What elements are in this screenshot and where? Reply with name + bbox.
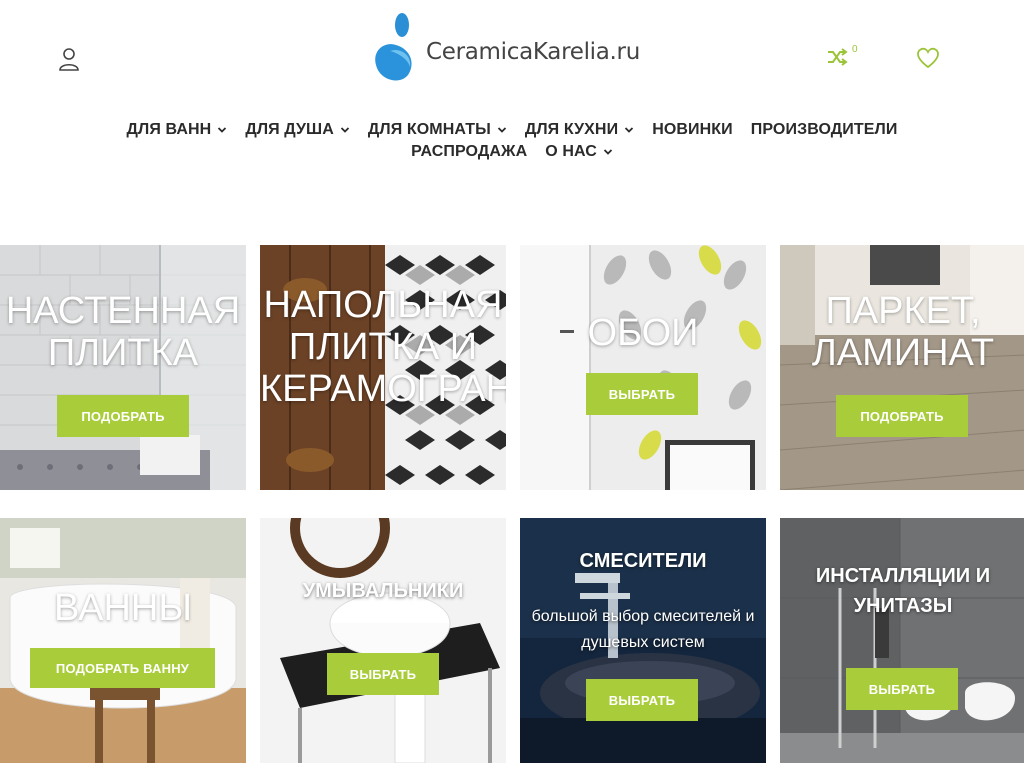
nav-label: РАСПРОДАЖА — [411, 143, 528, 160]
chevron-down-icon — [340, 127, 350, 133]
nav-item-room[interactable]: ДЛЯ КОМНАТЫ — [368, 120, 507, 140]
tile-title: ОБОИ — [587, 312, 699, 354]
nav-item-bath[interactable]: ДЛЯ ВАНН — [127, 120, 228, 140]
heart-icon[interactable] — [916, 47, 940, 69]
nav-item-shower[interactable]: ДЛЯ ДУША — [245, 120, 350, 140]
select-button[interactable]: ПОДОБРАТЬ — [57, 395, 189, 437]
select-button[interactable]: ПОДОБРАТЬ — [836, 395, 968, 437]
nav-label: НОВИНКИ — [652, 121, 733, 138]
category-tile-wallpaper[interactable]: ОБОИ ВЫБРАТЬ — [520, 245, 766, 490]
chevron-down-icon — [625, 127, 634, 133]
nav-item-sale[interactable]: РАСПРОДАЖА — [411, 142, 527, 162]
compare-link[interactable]: 0 — [826, 44, 858, 68]
toilet-photo — [780, 518, 1024, 763]
category-tile-bathtubs[interactable]: ВАННЫ ПОДОБРАТЬ ВАННУ — [0, 518, 246, 763]
shuffle-icon — [828, 48, 848, 66]
tile-title: СМЕСИТЕЛИ — [579, 550, 707, 572]
category-tile-parquet[interactable]: ПАРКЕТ, ЛАМИНАТ ПОДОБРАТЬ — [780, 245, 1024, 490]
nav-item-new[interactable]: НОВИНКИ — [652, 120, 733, 140]
compare-count: 0 — [852, 44, 858, 55]
category-tile-floor-tile[interactable]: НАПОЛЬНАЯ ПЛИТКА И КЕРАМОГРАНИТ — [260, 245, 506, 490]
category-tile-faucets[interactable]: СМЕСИТЕЛИ большой выбор смесителей и душ… — [520, 518, 766, 763]
site-header: CeramicaKarelia.ru 0 ДЛЯ ВАНН ДЛЯ ДУША Д… — [0, 0, 1024, 200]
category-tile-toilets[interactable]: ИНСТАЛЛЯЦИИ И УНИТАЗЫ ВЫБРАТЬ — [780, 518, 1024, 763]
select-button[interactable]: ВЫБРАТЬ — [846, 668, 958, 710]
logo-drops-icon — [375, 13, 412, 81]
nav-label: ПРОИЗВОДИТЕЛИ — [750, 121, 898, 138]
tile-title: ИНСТАЛЛЯЦИИ И УНИТАЗЫ — [815, 565, 991, 617]
select-button[interactable]: ВЫБРАТЬ — [327, 653, 439, 695]
nav-item-brands[interactable]: ПРОИЗВОДИТЕЛИ — [751, 120, 898, 140]
select-button[interactable]: ВЫБРАТЬ — [586, 679, 698, 721]
tile-title: ВАННЫ — [54, 587, 192, 629]
tile-title: НАСТЕННАЯ ПЛИТКА — [5, 290, 241, 374]
nav-label: ДЛЯ ВАНН — [126, 121, 212, 138]
tile-title: УМЫВАЛЬНИКИ — [302, 580, 464, 602]
tile-title: НАПОЛЬНАЯ ПЛИТКА И КЕРАМОГРАНИТ — [260, 284, 506, 410]
tile-title: ПАРКЕТ, ЛАМИНАТ — [811, 290, 995, 374]
select-button[interactable]: ПОДОБРАТЬ ВАННУ — [30, 648, 215, 688]
main-nav: ДЛЯ ВАНН ДЛЯ ДУША ДЛЯ КОМНАТЫ ДЛЯ КУХНИ … — [0, 120, 1024, 162]
nav-label: О НАС — [545, 143, 597, 160]
site-logo[interactable]: CeramicaKarelia.ru — [370, 8, 670, 88]
category-tile-washbasins[interactable]: УМЫВАЛЬНИКИ ВЫБРАТЬ — [260, 518, 506, 763]
category-tile-wall-tile[interactable]: НАСТЕННАЯ ПЛИТКА ПОДОБРАТЬ — [0, 245, 246, 490]
nav-item-kitchen[interactable]: ДЛЯ КУХНИ — [525, 120, 634, 140]
bathtub-photo — [0, 518, 246, 763]
chevron-down-icon — [497, 127, 506, 133]
nav-label: ДЛЯ КУХНИ — [524, 121, 619, 138]
chevron-down-icon — [603, 149, 613, 155]
nav-item-about[interactable]: О НАС — [545, 142, 613, 162]
tile-subtitle: большой выбор смесителей и душевых систе… — [531, 608, 755, 651]
logo-text: CeramicaKarelia.ru — [426, 39, 640, 65]
chevron-down-icon — [218, 127, 227, 133]
wallpaper-photo — [520, 245, 766, 490]
washbasin-photo — [260, 518, 506, 763]
user-icon[interactable] — [58, 46, 80, 72]
nav-label: ДЛЯ КОМНАТЫ — [367, 121, 491, 138]
select-button[interactable]: ВЫБРАТЬ — [586, 373, 698, 415]
nav-label: ДЛЯ ДУША — [245, 121, 334, 138]
